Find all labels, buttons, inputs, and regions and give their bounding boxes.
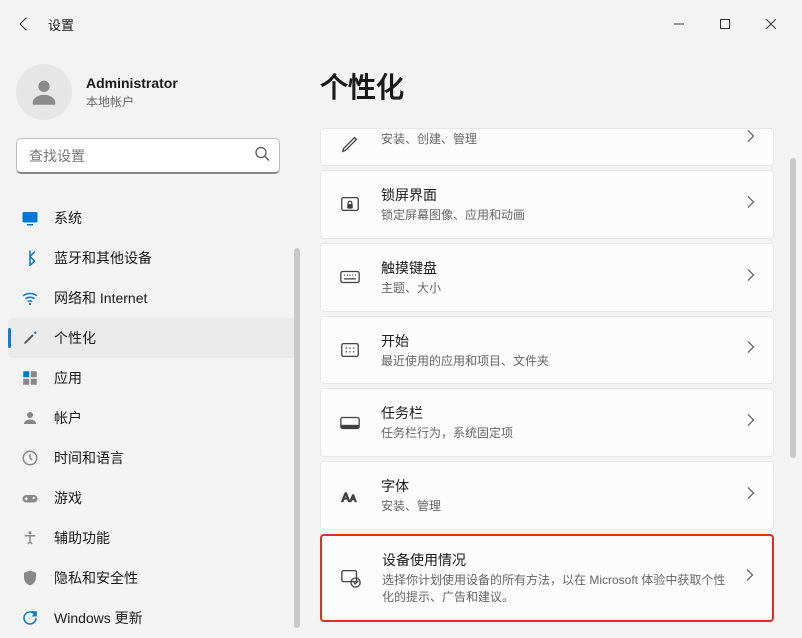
chevron-right-icon: [743, 268, 757, 287]
sidebar-item-label: 个性化: [54, 328, 96, 348]
search-input[interactable]: [16, 138, 280, 174]
main-panel: 个性化 安装、创建、管理 锁屏界面锁定屏幕图像、应用和动画 触摸键盘主题、大小 …: [300, 48, 802, 632]
nav-list: 系统蓝牙和其他设备网络和 Internet 个性化应用帐户时间和语言游戏辅助功能隐…: [0, 198, 296, 638]
setting-row-touchkb[interactable]: 触摸键盘主题、大小: [320, 243, 774, 312]
sidebar-item-network[interactable]: 网络和 Internet: [8, 278, 296, 318]
sidebar-item-apps[interactable]: 应用: [8, 358, 296, 398]
close-button[interactable]: [748, 8, 794, 40]
row-sub: 主题、大小: [381, 280, 731, 297]
sidebar-item-label: 辅助功能: [54, 528, 110, 548]
row-title: 任务栏: [381, 403, 731, 423]
page-title: 个性化: [320, 66, 774, 106]
row-title: 字体: [381, 476, 731, 496]
sidebar-item-label: 隐私和安全性: [54, 568, 138, 588]
sidebar-item-update[interactable]: Windows 更新: [8, 598, 296, 638]
wifi-icon: [20, 288, 40, 308]
row-sub: 锁定屏幕图像、应用和动画: [381, 207, 731, 224]
setting-row-themes[interactable]: 安装、创建、管理: [320, 128, 774, 166]
person-icon: [20, 408, 40, 428]
sidebar-item-label: Windows 更新: [54, 608, 143, 628]
search-box[interactable]: [16, 138, 280, 174]
bluetooth-icon: [20, 248, 40, 268]
apps-icon: [20, 368, 40, 388]
row-sub: 安装、管理: [381, 498, 731, 515]
avatar: [16, 64, 72, 120]
account-name: Administrator: [86, 75, 178, 91]
window-title: 设置: [48, 15, 74, 34]
row-title: 触摸键盘: [381, 258, 731, 278]
paint-icon: [20, 328, 40, 348]
chevron-right-icon: [743, 413, 757, 432]
sidebar-item-label: 游戏: [54, 488, 82, 508]
sidebar-item-bluetooth[interactable]: 蓝牙和其他设备: [8, 238, 296, 278]
row-title: 锁屏界面: [381, 185, 731, 205]
row-title: 设备使用情况: [382, 550, 730, 570]
svg-text:A: A: [342, 490, 350, 504]
maximize-button[interactable]: [702, 8, 748, 40]
sidebar-item-label: 网络和 Internet: [54, 288, 147, 308]
sidebar-item-personalization[interactable]: 个性化: [8, 318, 296, 358]
sidebar-item-label: 系统: [54, 208, 82, 228]
chevron-right-icon: [743, 340, 757, 359]
account-header[interactable]: Administrator 本地帐户: [0, 48, 296, 138]
system-icon: [20, 208, 40, 228]
row-sub: 安装、创建、管理: [381, 131, 731, 148]
lock-icon: [337, 191, 363, 217]
update-icon: [20, 608, 40, 628]
setting-row-lockscreen[interactable]: 锁屏界面锁定屏幕图像、应用和动画: [320, 170, 774, 239]
setting-row-start[interactable]: 开始最近使用的应用和项目、文件夹: [320, 316, 774, 385]
keyboard-icon: [337, 264, 363, 290]
taskbar-icon: [337, 410, 363, 436]
setting-row-fonts[interactable]: AA 字体安装、管理: [320, 461, 774, 530]
sidebar-item-time[interactable]: 时间和语言: [8, 438, 296, 478]
sidebar-item-label: 蓝牙和其他设备: [54, 248, 152, 268]
sidebar-item-gaming[interactable]: 游戏: [8, 478, 296, 518]
chevron-right-icon: [742, 568, 756, 587]
start-icon: [337, 337, 363, 363]
shield-icon: [20, 568, 40, 588]
clock-icon: [20, 448, 40, 468]
row-sub: 任务栏行为，系统固定项: [381, 425, 731, 442]
sidebar-item-accounts[interactable]: 帐户: [8, 398, 296, 438]
minimize-button[interactable]: [656, 8, 702, 40]
access-icon: [20, 528, 40, 548]
sidebar-item-label: 时间和语言: [54, 448, 124, 468]
setting-row-usage[interactable]: 设备使用情况选择你计划使用设备的所有方法，以在 Microsoft 体验中获取个…: [320, 534, 774, 622]
sidebar-item-privacy[interactable]: 隐私和安全性: [8, 558, 296, 598]
back-button[interactable]: [8, 8, 40, 40]
game-icon: [20, 488, 40, 508]
sidebar-item-accessibility[interactable]: 辅助功能: [8, 518, 296, 558]
main-scrollbar[interactable]: [790, 158, 796, 458]
chevron-right-icon: [743, 129, 757, 148]
sidebar-item-label: 帐户: [54, 408, 82, 428]
sidebar: Administrator 本地帐户 系统蓝牙和其他设备网络和 Internet…: [0, 48, 300, 632]
sidebar-item-system[interactable]: 系统: [8, 198, 296, 238]
search-icon: [254, 146, 270, 167]
usage-icon: [338, 565, 364, 591]
settings-list: 安装、创建、管理 锁屏界面锁定屏幕图像、应用和动画 触摸键盘主题、大小 开始最近…: [320, 128, 774, 622]
row-title: 开始: [381, 331, 731, 351]
setting-row-taskbar[interactable]: 任务栏任务栏行为，系统固定项: [320, 388, 774, 457]
chevron-right-icon: [743, 195, 757, 214]
pen-icon: [337, 131, 363, 157]
row-sub: 最近使用的应用和项目、文件夹: [381, 353, 731, 370]
title-bar: 设置: [0, 0, 802, 48]
account-type: 本地帐户: [86, 93, 178, 110]
svg-text:A: A: [350, 493, 357, 503]
sidebar-item-label: 应用: [54, 368, 82, 388]
chevron-right-icon: [743, 486, 757, 505]
row-sub: 选择你计划使用设备的所有方法，以在 Microsoft 体验中获取个性化的提示、…: [382, 572, 730, 606]
font-icon: AA: [337, 483, 363, 509]
